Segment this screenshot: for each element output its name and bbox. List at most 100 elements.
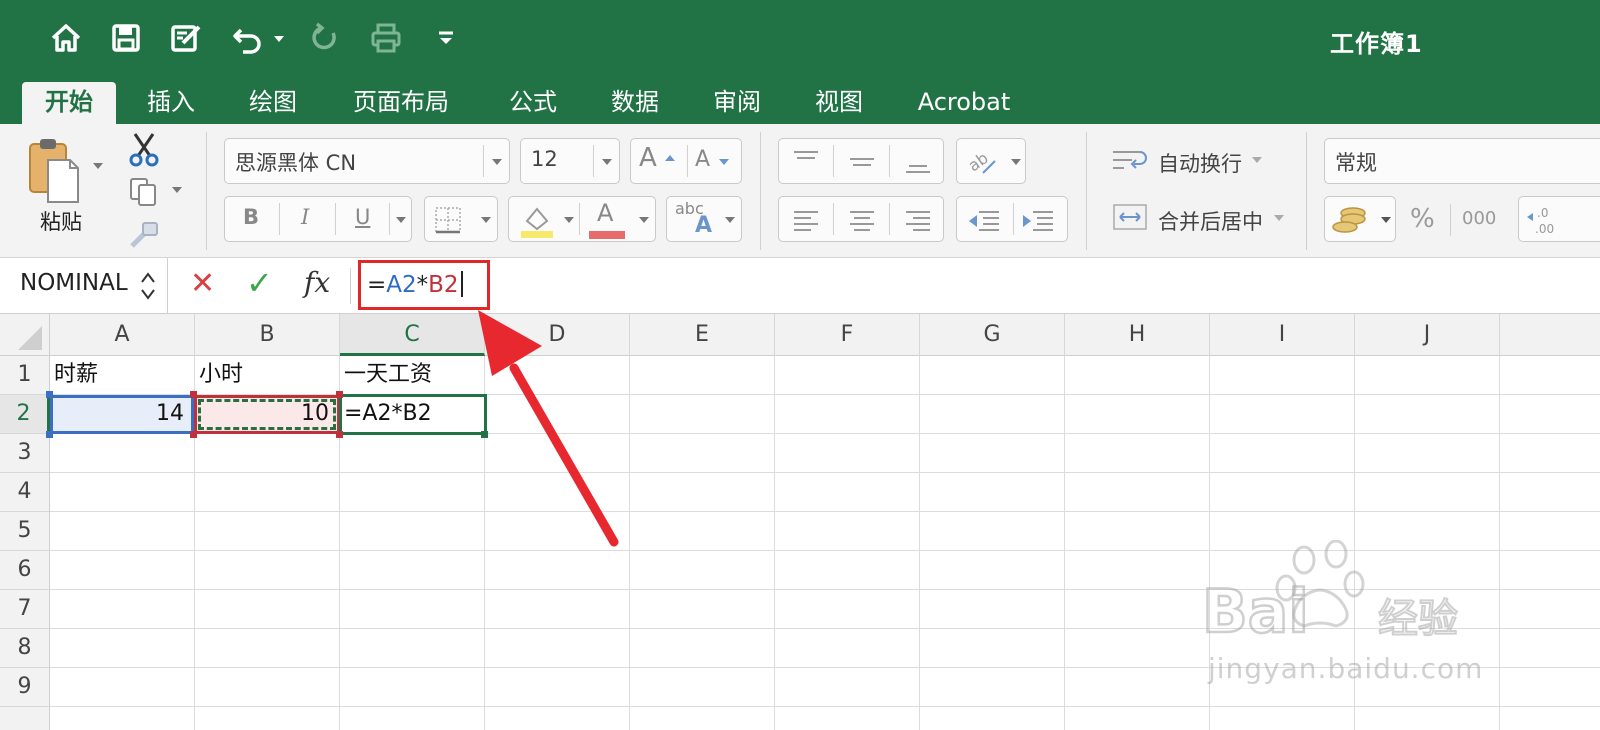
borders-button[interactable] bbox=[424, 196, 498, 242]
save-icon[interactable] bbox=[106, 18, 146, 58]
accounting-format-button[interactable] bbox=[1324, 196, 1396, 242]
format-painter-icon[interactable] bbox=[128, 220, 160, 250]
merge-center-dropdown-icon[interactable] bbox=[1274, 215, 1284, 221]
column-header-b[interactable]: B bbox=[195, 314, 340, 356]
column-header-f[interactable]: F bbox=[775, 314, 920, 356]
increase-indent-icon[interactable] bbox=[1021, 207, 1055, 233]
ref-handle[interactable] bbox=[336, 431, 343, 438]
cell-c2[interactable]: =A2*B2 bbox=[344, 395, 482, 433]
column-header-a[interactable]: A bbox=[50, 314, 195, 356]
ref-handle[interactable] bbox=[190, 391, 197, 398]
font-color-dropdown-icon[interactable] bbox=[639, 217, 649, 223]
phonetic-button[interactable]: abc A bbox=[666, 196, 742, 242]
vertical-align-group bbox=[778, 138, 944, 184]
home-icon[interactable] bbox=[46, 18, 86, 58]
paste-icon[interactable] bbox=[26, 136, 82, 206]
row-header-4[interactable]: 4 bbox=[0, 473, 50, 512]
font-color-button[interactable]: A bbox=[597, 199, 613, 227]
undo-dropdown-icon[interactable] bbox=[274, 36, 284, 42]
merge-center-button[interactable]: 合并后居中 bbox=[1158, 206, 1263, 236]
paste-label[interactable]: 粘贴 bbox=[40, 206, 82, 236]
column-header-g[interactable]: G bbox=[920, 314, 1065, 356]
cancel-formula-button[interactable]: ✕ bbox=[190, 266, 215, 301]
number-format-select[interactable]: 常规 bbox=[1324, 138, 1600, 184]
row-header-5[interactable]: 5 bbox=[0, 512, 50, 551]
copy-dropdown-icon[interactable] bbox=[172, 187, 182, 193]
undo-icon[interactable] bbox=[228, 18, 268, 58]
copy-icon[interactable] bbox=[128, 176, 160, 208]
cell-b1[interactable]: 小时 bbox=[199, 356, 337, 394]
tab-formulas[interactable]: 公式 bbox=[492, 82, 574, 124]
thousands-button[interactable]: 000 bbox=[1462, 208, 1496, 229]
column-header-j[interactable]: J bbox=[1355, 314, 1500, 356]
font-name-select[interactable]: 思源黑体 CN bbox=[224, 138, 510, 184]
tab-home[interactable]: 开始 bbox=[22, 82, 116, 124]
row-header-8[interactable]: 8 bbox=[0, 629, 50, 668]
ref-handle[interactable] bbox=[336, 391, 343, 398]
row-header-6[interactable]: 6 bbox=[0, 551, 50, 590]
italic-button[interactable]: I bbox=[301, 205, 309, 229]
align-bottom-icon[interactable] bbox=[903, 149, 933, 175]
annotation-arrow-icon bbox=[478, 310, 619, 547]
underline-dropdown-icon[interactable] bbox=[396, 217, 406, 223]
indent-group bbox=[956, 196, 1068, 242]
tab-data[interactable]: 数据 bbox=[594, 82, 676, 124]
name-box-stepper-icon[interactable] bbox=[138, 266, 158, 306]
align-left-icon[interactable] bbox=[791, 207, 821, 233]
cut-icon[interactable] bbox=[128, 132, 160, 168]
percent-button[interactable]: % bbox=[1410, 204, 1435, 234]
align-top-icon[interactable] bbox=[791, 149, 821, 175]
row-header-3[interactable]: 3 bbox=[0, 434, 50, 473]
shrink-font-button[interactable]: A bbox=[695, 147, 710, 172]
row-header-10[interactable] bbox=[0, 707, 50, 730]
fill-color-dropdown-icon[interactable] bbox=[564, 217, 574, 223]
paste-dropdown-icon[interactable] bbox=[93, 163, 103, 169]
svg-text:ab: ab bbox=[965, 148, 992, 175]
underline-button[interactable]: U bbox=[355, 205, 370, 229]
tab-insert[interactable]: 插入 bbox=[130, 82, 212, 124]
tab-draw[interactable]: 绘图 bbox=[232, 82, 314, 124]
tab-acrobat[interactable]: Acrobat bbox=[906, 82, 1022, 124]
row-header-7[interactable]: 7 bbox=[0, 590, 50, 629]
wrap-text-dropdown-icon[interactable] bbox=[1252, 157, 1262, 163]
fill-color-icon[interactable] bbox=[517, 201, 557, 239]
redo-icon[interactable] bbox=[304, 18, 344, 58]
row-header-1[interactable]: 1 bbox=[0, 356, 50, 395]
bold-button[interactable]: B bbox=[243, 205, 259, 229]
tab-review[interactable]: 审阅 bbox=[696, 82, 778, 124]
align-middle-icon[interactable] bbox=[847, 149, 877, 175]
column-header-c[interactable]: C bbox=[340, 314, 485, 356]
cell-b2[interactable]: 10 bbox=[197, 395, 335, 433]
enter-formula-button[interactable]: ✓ bbox=[246, 264, 273, 302]
tab-view[interactable]: 视图 bbox=[798, 82, 880, 124]
column-header-h[interactable]: H bbox=[1065, 314, 1210, 356]
orientation-button[interactable]: ab bbox=[956, 138, 1026, 184]
cell-a1[interactable]: 时薪 bbox=[54, 356, 192, 394]
align-right-icon[interactable] bbox=[903, 207, 933, 233]
cell-a2[interactable]: 14 bbox=[52, 395, 190, 433]
column-header-e[interactable]: E bbox=[630, 314, 775, 356]
column-header-k[interactable] bbox=[1500, 314, 1600, 356]
orientation-dropdown-icon bbox=[1011, 159, 1021, 165]
column-header-i[interactable]: I bbox=[1210, 314, 1355, 356]
select-all-button[interactable] bbox=[0, 314, 50, 356]
merge-center-icon[interactable] bbox=[1112, 202, 1148, 232]
print-icon[interactable] bbox=[366, 18, 406, 58]
align-center-icon[interactable] bbox=[847, 207, 877, 233]
formula-input[interactable]: =A2*B2 bbox=[358, 260, 490, 310]
name-box[interactable]: NOMINAL bbox=[0, 258, 168, 314]
grow-font-button[interactable]: A bbox=[639, 143, 657, 173]
cell-c1[interactable]: 一天工资 bbox=[344, 356, 482, 394]
edit-icon[interactable] bbox=[166, 18, 206, 58]
ref-handle[interactable] bbox=[190, 431, 197, 438]
wrap-text-button[interactable]: 自动换行 bbox=[1158, 148, 1242, 178]
tab-page-layout[interactable]: 页面布局 bbox=[340, 82, 462, 124]
row-header-9[interactable]: 9 bbox=[0, 668, 50, 707]
decrease-indent-icon[interactable] bbox=[967, 207, 1001, 233]
insert-function-button[interactable]: fx bbox=[304, 266, 330, 299]
font-size-select[interactable]: 12 bbox=[520, 138, 620, 184]
increase-decimal-icon[interactable]: .0 .00 bbox=[1525, 203, 1565, 237]
wrap-text-icon[interactable] bbox=[1110, 146, 1150, 176]
customize-icon[interactable] bbox=[426, 18, 466, 58]
row-header-2[interactable]: 2 bbox=[0, 395, 50, 434]
